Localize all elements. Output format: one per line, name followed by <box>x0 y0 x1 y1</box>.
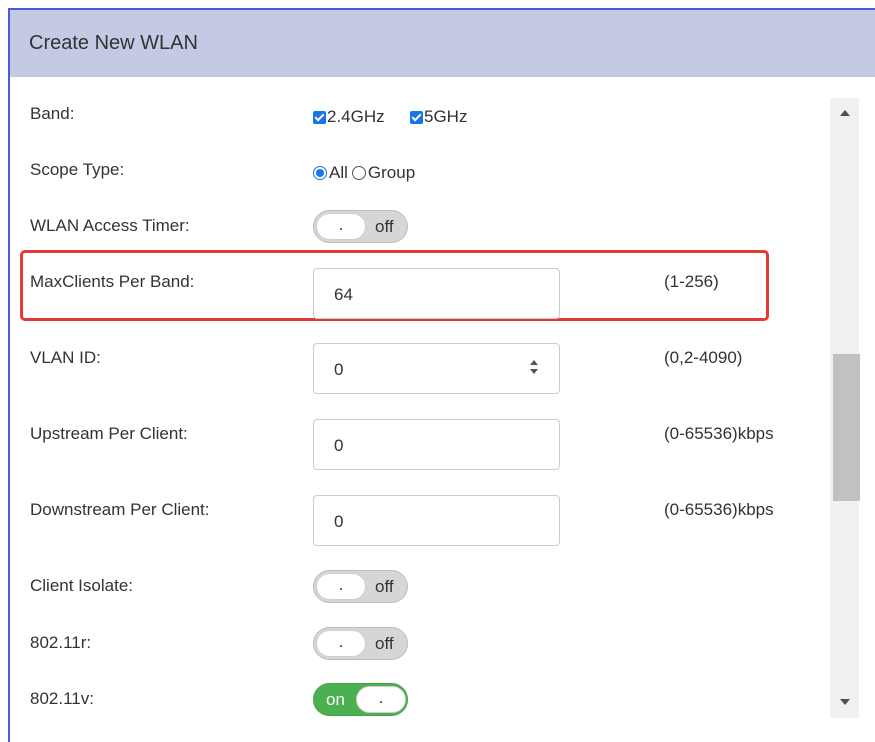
dot11v-toggle[interactable]: on . <box>313 683 408 716</box>
toggle-knob: . <box>356 686 406 713</box>
vlan-id-range: (0,2-4090) <box>664 348 743 367</box>
triangle-up-icon[interactable] <box>840 110 850 116</box>
downstream-input[interactable]: 0 <box>313 495 560 546</box>
checkbox-checked-icon <box>410 110 423 124</box>
scope-all-label: All <box>329 163 348 182</box>
dialog-header: Create New WLAN <box>10 10 875 77</box>
dot11r-label: 802.11r: <box>30 633 92 652</box>
scope-all-radio[interactable] <box>313 166 327 180</box>
max-clients-label: MaxClients Per Band: <box>30 272 195 291</box>
band-5g-label: 5GHz <box>424 107 468 126</box>
upstream-label: Upstream Per Client: <box>30 424 188 443</box>
triangle-down-icon[interactable] <box>840 699 850 705</box>
vlan-id-label: VLAN ID: <box>30 348 101 367</box>
toggle-knob: . <box>316 630 366 657</box>
max-clients-input[interactable]: 64 <box>313 268 560 319</box>
toggle-state-text: off <box>375 634 394 653</box>
dialog-title: Create New WLAN <box>29 32 198 54</box>
downstream-label: Downstream Per Client: <box>30 500 210 519</box>
band-2g-checkbox[interactable]: 2.4GHz <box>313 107 385 127</box>
downstream-range: (0-65536)kbps <box>664 500 774 519</box>
upstream-value: 0 <box>334 436 344 455</box>
toggle-knob: . <box>316 573 366 600</box>
toggle-state-text: off <box>375 217 394 236</box>
toggle-state-text: off <box>375 577 394 596</box>
max-clients-range: (1-256) <box>664 272 719 291</box>
scope-group-radio[interactable] <box>351 166 366 180</box>
spinner-arrows-icon[interactable] <box>528 359 540 377</box>
scrollbar-thumb[interactable] <box>833 354 860 501</box>
wlan-access-timer-label: WLAN Access Timer: <box>30 216 190 235</box>
scope-type-radio-group: All Group <box>313 163 415 183</box>
client-isolate-label: Client Isolate: <box>30 576 133 595</box>
wlan-access-timer-toggle[interactable]: . off <box>313 210 408 243</box>
band-5g-checkbox[interactable]: 5GHz <box>410 107 467 127</box>
spinner-up-icon[interactable] <box>530 360 538 365</box>
upstream-input[interactable]: 0 <box>313 419 560 470</box>
client-isolate-toggle[interactable]: . off <box>313 570 408 603</box>
spinner-down-icon[interactable] <box>530 369 538 374</box>
checkbox-checked-icon <box>313 110 326 124</box>
scope-type-label: Scope Type: <box>30 160 125 179</box>
band-2g-label: 2.4GHz <box>327 107 385 126</box>
band-label: Band: <box>30 104 75 123</box>
upstream-range: (0-65536)kbps <box>664 424 774 443</box>
create-wlan-dialog: Create New WLAN Band: 2.4GHz 5GHz Scope … <box>8 8 875 742</box>
toggle-state-text: on <box>326 690 345 709</box>
vlan-id-input[interactable]: 0 <box>313 343 560 394</box>
toggle-knob: . <box>316 213 366 240</box>
scrollbar[interactable] <box>830 98 860 718</box>
downstream-value: 0 <box>334 512 344 531</box>
dot11r-toggle[interactable]: . off <box>313 627 408 660</box>
scope-group-label: Group <box>367 163 416 182</box>
vlan-id-value: 0 <box>334 360 344 379</box>
dot11v-label: 802.11v: <box>30 689 94 708</box>
max-clients-value: 64 <box>334 285 353 304</box>
